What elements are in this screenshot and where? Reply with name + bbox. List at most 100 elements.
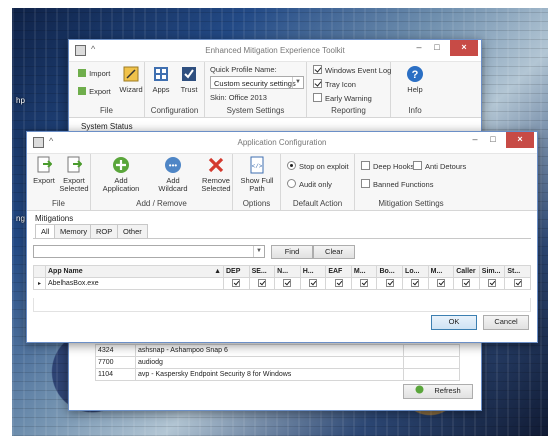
wizard-icon [123, 66, 139, 82]
help-button[interactable]: ? Help [401, 65, 429, 94]
reporting-item-label: Tray Icon [325, 80, 356, 89]
column-header-stackpivot[interactable]: St... [504, 265, 531, 278]
mandatory-aslr-checkbox[interactable] [350, 277, 378, 290]
quick-profile-label: Quick Profile Name: [210, 65, 277, 74]
app-name-cell: AbelhasBox.exe [45, 277, 224, 290]
column-header-memprot[interactable]: M... [427, 265, 455, 278]
column-header-mandatory-aslr[interactable]: M... [350, 265, 378, 278]
sehop-checkbox[interactable] [248, 277, 276, 290]
column-header-bottom-up-aslr[interactable]: Bo... [376, 265, 404, 278]
tab-rop[interactable]: ROP [90, 224, 119, 238]
svg-text:?: ? [412, 69, 419, 81]
add-wildcard-button[interactable]: ••• Add Wildcard [151, 156, 195, 193]
heapspray-checkbox[interactable] [299, 277, 327, 290]
add-application-label: Add Application [102, 176, 140, 193]
find-button[interactable]: Find [271, 245, 313, 259]
trust-label: Trust [180, 85, 198, 94]
table-row[interactable]: 4324 ashsnap - Ashampoo Snap 6 [95, 344, 460, 357]
column-header-caller[interactable]: Caller [453, 265, 480, 278]
nullpage-checkbox[interactable] [274, 277, 301, 290]
refresh-button[interactable]: Refresh [403, 384, 473, 399]
dialog-export-button[interactable]: Export [30, 156, 58, 185]
column-header-dep[interactable]: DEP [223, 265, 250, 278]
caller-checkbox[interactable] [453, 277, 480, 290]
checkbox-icon [361, 161, 370, 170]
stop-on-exploit-radio[interactable]: Stop on exploit [287, 161, 349, 171]
audit-only-radio[interactable]: Audit only [287, 179, 332, 189]
checkbox-icon [257, 279, 266, 287]
clear-button[interactable]: Clear [313, 245, 355, 259]
import-button[interactable]: Import [77, 68, 110, 78]
banned-functions-checkbox[interactable]: Banned Functions [361, 179, 433, 189]
trust-button[interactable]: Trust [177, 65, 201, 94]
anti-detours-checkbox[interactable]: Anti Detours [413, 161, 466, 171]
table-header-row: App Name ▲ DEP SE... N... H... EAF M... B… [33, 265, 531, 278]
close-button[interactable]: × [450, 40, 478, 56]
add-icon [113, 157, 129, 173]
reporting-item-label: Early Warning [325, 94, 372, 103]
process-status-cell [403, 344, 460, 357]
eaf-checkbox[interactable] [325, 277, 352, 290]
reporting-early-warning[interactable]: Early Warning [313, 93, 372, 103]
wildcard-icon: ••• [165, 157, 181, 173]
column-header-eaf[interactable]: EAF [325, 265, 352, 278]
quick-profile-dropdown[interactable]: Custom security settings ▼ [210, 76, 304, 89]
apps-button[interactable]: Apps [150, 65, 172, 94]
export-selected-button[interactable]: Export Selected [59, 156, 89, 193]
row-marker-header [33, 265, 46, 278]
process-id: 4324 [95, 344, 136, 357]
maximize-button[interactable]: □ [429, 40, 445, 56]
remove-selected-button[interactable]: Remove Selected [201, 156, 231, 193]
tab-all[interactable]: All [35, 224, 56, 239]
show-full-path-button[interactable]: </> Show Full Path [237, 156, 277, 193]
search-combobox[interactable]: ▼ [33, 245, 265, 258]
deep-hooks-checkbox[interactable]: Deep Hooks [361, 161, 414, 171]
export-label: Export [89, 87, 111, 96]
column-header-loadlib[interactable]: Lo... [402, 265, 429, 278]
tab-other[interactable]: Other [117, 224, 148, 238]
skin-selector[interactable]: Skin: Office 2013 [210, 93, 267, 102]
ok-button[interactable]: OK [431, 315, 477, 330]
dialog-export-label: Export [33, 176, 55, 185]
add-application-button[interactable]: Add Application [97, 156, 145, 193]
table-row[interactable]: 1104 avp - Kaspersky Endpoint Security 8 … [95, 368, 460, 381]
tab-divider [33, 238, 531, 239]
simexec-checkbox[interactable] [478, 277, 506, 290]
dialog-close-button[interactable]: × [506, 132, 534, 148]
main-titlebar: ^ Enhanced Mitigation Experience Toolkit… [69, 40, 481, 62]
main-file-group-label: File [100, 106, 113, 115]
dep-checkbox[interactable] [223, 277, 250, 290]
quick-profile-value: Custom security settings [214, 79, 296, 88]
column-header-label: App Name [48, 268, 83, 275]
dialog-maximize-button[interactable]: □ [485, 132, 501, 148]
info-group: ? Help Info [391, 62, 439, 117]
column-header-heapspray[interactable]: H... [299, 265, 327, 278]
tab-memory[interactable]: Memory [54, 224, 94, 238]
checkbox-icon [313, 65, 322, 74]
reporting-tray-icon[interactable]: Tray Icon [313, 79, 356, 89]
reporting-windows-event-log[interactable]: Windows Event Log [313, 65, 391, 75]
column-header-nullpage[interactable]: N... [274, 265, 301, 278]
radio-icon [287, 179, 296, 188]
memprot-checkbox[interactable] [427, 277, 455, 290]
checkbox-icon [385, 279, 394, 287]
stackpivot-checkbox[interactable] [504, 277, 531, 290]
table-row[interactable]: ▸ AbelhasBox.exe [33, 277, 531, 290]
table-row[interactable]: 7700 audiodg [95, 356, 460, 369]
bottom-up-aslr-checkbox[interactable] [376, 277, 404, 290]
dialog-minimize-button[interactable]: – [467, 132, 483, 148]
column-header-simexec[interactable]: Sim... [478, 265, 506, 278]
default-action-group: Stop on exploit Audit only Default Actio… [281, 154, 355, 210]
checkbox-icon [283, 279, 292, 287]
cancel-button[interactable]: Cancel [483, 315, 529, 330]
column-header-app-name[interactable]: App Name ▲ [45, 265, 224, 278]
code-file-icon: </> [250, 156, 264, 174]
loadlib-checkbox[interactable] [402, 277, 429, 290]
wizard-button[interactable]: Wizard [119, 65, 143, 94]
export-selected-icon [67, 156, 82, 173]
minimize-button[interactable]: – [411, 40, 427, 56]
configuration-group-label: Configuration [150, 106, 199, 115]
column-header-sehop[interactable]: SE... [248, 265, 276, 278]
main-ribbon: Import Export Wizard File Apps Trust Con… [69, 62, 481, 118]
export-button[interactable]: Export [77, 86, 111, 96]
